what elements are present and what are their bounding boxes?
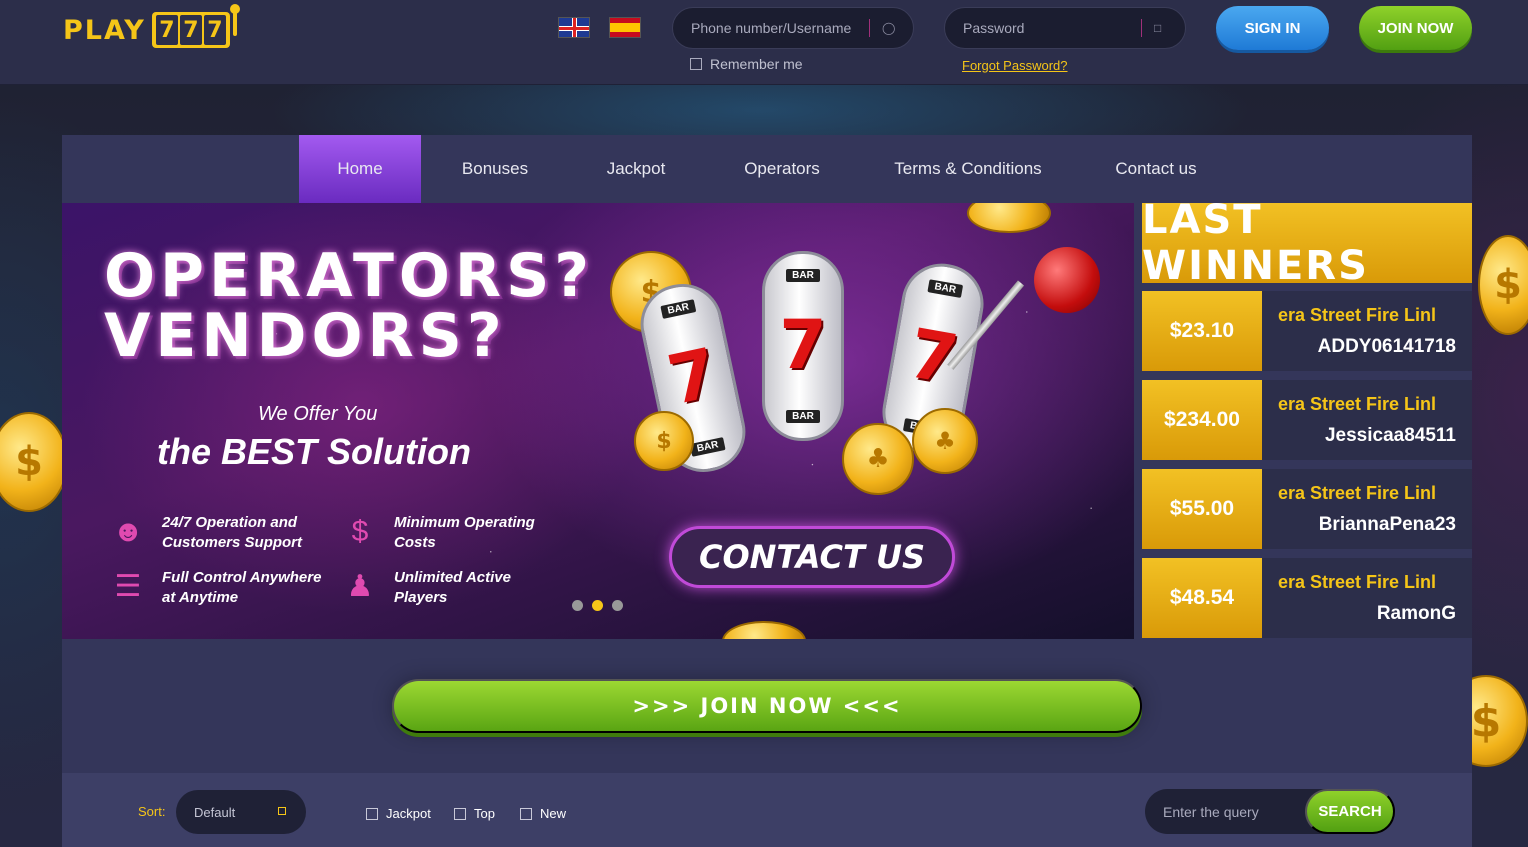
- winner-row: $234.00 era Street Fire Linl Jessicaa845…: [1142, 380, 1472, 460]
- join-now-banner-button[interactable]: >>> JOIN NOW <<<: [392, 679, 1142, 733]
- banner-headline-2: VENDORS?: [104, 301, 507, 371]
- logo-reel: 7: [155, 15, 178, 45]
- dropdown-caret-icon: [278, 807, 286, 815]
- money-bag-icon: $: [351, 515, 369, 548]
- slider-dot[interactable]: [612, 600, 623, 611]
- main-nav: Home Bonuses Jackpot Operators Terms & C…: [62, 135, 1472, 203]
- reel-seven: 7: [779, 306, 827, 385]
- logo-text: PLAY: [63, 14, 146, 46]
- winner-amount: $234.00: [1142, 380, 1262, 460]
- filter-top[interactable]: Top: [454, 806, 495, 821]
- logo-reels: 7 7 7: [151, 12, 230, 48]
- winner-row: $55.00 era Street Fire Linl BriannaPena2…: [1142, 469, 1472, 549]
- uk-flag-icon[interactable]: [558, 17, 590, 38]
- password-input[interactable]: [963, 20, 1133, 36]
- winner-row: $23.10 era Street Fire Linl ADDY06141718: [1142, 291, 1472, 371]
- feature-text: Minimum Operating Costs: [394, 514, 535, 551]
- nav-item-home[interactable]: Home: [299, 135, 421, 203]
- feature-text: 24/7 Operation and Customers Support: [162, 514, 303, 551]
- reel-seven: 7: [661, 333, 725, 422]
- remember-me-label: Remember me: [710, 56, 803, 72]
- winner-username: RamonG: [1376, 603, 1456, 624]
- gold-coin-icon: ♣: [842, 423, 914, 495]
- username-input[interactable]: [691, 20, 861, 36]
- reel-bar-label: BAR: [660, 299, 697, 319]
- contact-us-button[interactable]: CONTACT US: [669, 526, 955, 588]
- reel-bar-label: BAR: [786, 269, 820, 282]
- field-divider: [869, 19, 870, 37]
- slot-lever-ball-icon: [1034, 247, 1100, 313]
- feature-control: ☰ Full Control Anywhere at Anytime: [110, 568, 322, 608]
- headset-icon: ☻: [112, 515, 144, 548]
- nav-item-terms[interactable]: Terms & Conditions: [888, 135, 1048, 203]
- slider-dot-active[interactable]: [592, 600, 603, 611]
- password-field: □: [944, 7, 1186, 49]
- winner-amount: $48.54: [1142, 558, 1262, 638]
- winner-game: era Street Fire Linl: [1278, 305, 1437, 325]
- site-logo[interactable]: PLAY 7 7 7: [63, 4, 240, 48]
- top-header: PLAY 7 7 7 ◯ □ Remember me Forgot Passwo…: [0, 0, 1528, 85]
- reel-bar-label: BAR: [927, 279, 963, 298]
- hero-banner[interactable]: OPERATORS? VENDORS? We Offer You the BES…: [62, 203, 1134, 639]
- username-field: ◯: [672, 7, 914, 49]
- sort-dropdown[interactable]: Default: [176, 790, 306, 834]
- search-input[interactable]: [1163, 803, 1303, 820]
- filter-label: New: [540, 806, 567, 821]
- remember-me-checkbox[interactable]: [690, 58, 702, 70]
- slider-dot[interactable]: [572, 600, 583, 611]
- logo-reel: 7: [203, 15, 226, 45]
- filter-label: Jackpot: [386, 806, 431, 821]
- winner-amount: $55.00: [1142, 469, 1262, 549]
- nav-item-jackpot[interactable]: Jackpot: [590, 135, 682, 203]
- winner-username: Jessicaa84511: [1324, 425, 1456, 446]
- filter-checkbox[interactable]: [454, 807, 466, 820]
- users-icon: ♟: [346, 570, 374, 603]
- filter-new[interactable]: New: [520, 806, 566, 821]
- winner-game: era Street Fire Linl: [1278, 572, 1437, 592]
- winner-game: era Street Fire Linl: [1278, 394, 1437, 414]
- feature-support: ☻ 24/7 Operation and Customers Support: [110, 513, 322, 553]
- field-divider: [1141, 19, 1142, 37]
- nav-item-bonuses[interactable]: Bonuses: [442, 135, 548, 203]
- gold-coin-icon: ♣: [912, 408, 978, 474]
- nav-item-operators[interactable]: Operators: [730, 135, 834, 203]
- winner-username: ADDY06141718: [1317, 336, 1456, 357]
- lock-icon: □: [1154, 21, 1162, 35]
- slider-dots: [572, 600, 632, 611]
- reel-bar-label: BAR: [786, 410, 820, 423]
- sliders-icon: ☰: [114, 570, 142, 603]
- logo-reel: 7: [179, 15, 202, 45]
- filter-checkbox[interactable]: [520, 807, 532, 820]
- spain-flag-icon[interactable]: [609, 17, 641, 38]
- user-icon: ◯: [882, 21, 896, 35]
- filter-checkbox[interactable]: [366, 807, 378, 820]
- sign-in-button[interactable]: SIGN IN: [1216, 6, 1329, 50]
- remember-me[interactable]: Remember me: [690, 56, 803, 72]
- feature-costs: $ Minimum Operating Costs: [342, 513, 554, 553]
- winner-amount: $23.10: [1142, 291, 1262, 371]
- winner-row: $48.54 era Street Fire Linl RamonG: [1142, 558, 1472, 638]
- winner-username: BriannaPena23: [1318, 514, 1456, 535]
- filter-label: Top: [474, 806, 495, 821]
- banner-best-solution: the BEST Solution: [157, 431, 471, 472]
- banner-offer-text: We Offer You: [258, 403, 378, 425]
- gold-coin-icon: $: [634, 411, 694, 471]
- last-winners-title: LAST WINNERS: [1142, 197, 1472, 289]
- feature-text: Unlimited Active Players: [394, 569, 511, 606]
- logo-lever-icon: [229, 4, 240, 36]
- feature-players: ♟ Unlimited Active Players: [342, 568, 554, 608]
- filter-jackpot[interactable]: Jackpot: [366, 806, 431, 821]
- sort-label: Sort:: [138, 804, 166, 819]
- winner-game: era Street Fire Linl: [1278, 483, 1437, 503]
- sort-value: Default: [194, 804, 236, 820]
- forgot-password-link[interactable]: Forgot Password?: [962, 58, 1068, 73]
- slot-reel: BAR 7 BAR: [762, 251, 844, 441]
- search-button[interactable]: SEARCH: [1305, 789, 1395, 834]
- join-now-button[interactable]: JOIN NOW: [1359, 6, 1472, 50]
- feature-text: Full Control Anywhere at Anytime: [162, 569, 322, 606]
- reel-bar-label: BAR: [689, 437, 726, 457]
- nav-item-contact[interactable]: Contact us: [1106, 135, 1206, 203]
